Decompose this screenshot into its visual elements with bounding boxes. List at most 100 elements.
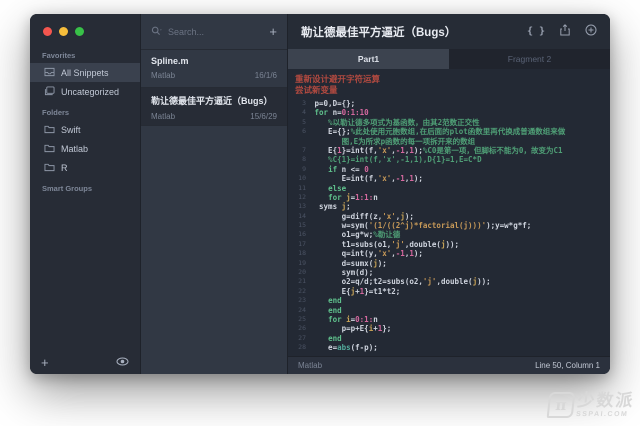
code-text: q=int(y,'x',-1,1); (310, 249, 423, 258)
code-line: 9 if n <= 0 (293, 165, 610, 174)
zoom-button[interactable] (75, 27, 84, 36)
line-number: 3 (293, 99, 310, 108)
line-number: 13 (293, 202, 310, 211)
code-text: E{1}=int(f,'x',-1,1);%C0是第一项，但脚标不能为0，故变为… (310, 146, 562, 155)
search-icon (151, 23, 163, 41)
code-text: o1=g*w;%勒让德 (310, 230, 400, 239)
sidebar-section-label: Favorites (30, 44, 140, 63)
status-bar: Matlab Line 50, Column 1 (288, 356, 610, 374)
sidebar-item-uncategorized[interactable]: Uncategorized (30, 82, 140, 101)
minimize-button[interactable] (59, 27, 68, 36)
code-text: e=abs(f-p); (310, 343, 378, 352)
watermark-domain: SSPAI.COM (576, 411, 634, 418)
eye-icon[interactable] (116, 353, 129, 371)
sidebar-item-matlab[interactable]: Matlab (30, 139, 140, 158)
header-icons: { } (527, 23, 597, 41)
snippet-row[interactable]: 勒让德最佳平方逼近（Bugs） Matlab15/6/29 (141, 88, 287, 126)
code-text: E={};%此处使用元胞数组,在后面的plot函数里再代换成普通数组来做 (310, 127, 565, 136)
code-line: 20 sym(d); (293, 268, 610, 277)
code-text: end (310, 306, 342, 315)
screenshot-stage: FavoritesAll Snippets Uncategorized Folder… (0, 0, 640, 426)
sidebar-sections: FavoritesAll Snippets Uncategorized Folder… (30, 44, 140, 196)
sidebar-section-label: Folders (30, 101, 140, 120)
snippet-language: Matlab (151, 71, 175, 80)
code-line: 19 d=sumx(j); (293, 259, 610, 268)
status-cursor-position: Line 50, Column 1 (535, 361, 600, 370)
search-bar[interactable]: Search... + (141, 14, 287, 50)
new-snippet-button[interactable]: + (269, 25, 277, 38)
code-line: 13 syms j; (293, 202, 610, 211)
line-number: 21 (293, 277, 310, 286)
code-line: 5 %以勒让德多项式为基函数，由其2范数正交性 (293, 118, 610, 127)
code-line: 6 E={};%此处使用元胞数组,在后面的plot函数里再代换成普通数组来做 (293, 127, 610, 136)
line-number: 4 (293, 108, 310, 117)
line-number: 19 (293, 259, 310, 268)
snippet-date: 16/1/6 (255, 71, 277, 80)
code-text: p=0,D={}; (310, 99, 355, 108)
line-number: 22 (293, 287, 310, 296)
code-line: 18 q=int(y,'x',-1,1); (293, 249, 610, 258)
line-number: 14 (293, 212, 310, 221)
tab-part1[interactable]: Part1 (288, 49, 449, 69)
code-line: 25 for i=0:1:n (293, 315, 610, 324)
sidebar-bottom-bar: + (30, 350, 140, 374)
braces-icon[interactable]: { } (527, 26, 545, 37)
share-icon[interactable] (560, 23, 570, 41)
line-number: 25 (293, 315, 310, 324)
line-number: 12 (293, 193, 310, 202)
inbox-icon (44, 67, 55, 79)
line-number: 26 (293, 324, 310, 333)
line-number (293, 137, 310, 146)
sidebar: FavoritesAll Snippets Uncategorized Folder… (30, 14, 140, 374)
line-number: 9 (293, 165, 310, 174)
code-text: sym(d); (310, 268, 373, 277)
code-text: 图,E为所求p函数的每一项拆开来的数组 (310, 137, 475, 146)
code-editor[interactable]: 重新设计避开字符运算 尝试新变量 3 p=0,D={};4 for n=0:1:… (288, 69, 610, 356)
fragment-tabbar: Part1 Fragment 2 (288, 49, 610, 69)
code-line: 14 g=diff(z,'x',j); (293, 212, 610, 221)
code-text: E=int(f,'x',-1,1); (310, 174, 423, 183)
note-line: 重新设计避开字符运算 (293, 74, 610, 85)
snippet-row[interactable]: Spline.m Matlab 16/1/6 (141, 50, 287, 88)
code-text: end (310, 334, 342, 343)
search-input[interactable]: Search... (168, 27, 264, 37)
snippet-title: Spline.m (151, 56, 277, 66)
snippet-meta: Matlab15/6/29 (151, 112, 277, 121)
snippet-title: 勒让德最佳平方逼近（Bugs） (151, 94, 277, 107)
line-number: 6 (293, 127, 310, 136)
sidebar-item-swift[interactable]: Swift (30, 120, 140, 139)
snippet-date: 15/6/29 (250, 112, 277, 121)
note-line: 尝试新变量 (293, 85, 610, 96)
code-text: end (310, 296, 342, 305)
sidebar-item-label: Matlab (61, 144, 88, 154)
code-text: p=p+E{i+1}; (310, 324, 391, 333)
code-line: 3 p=0,D={}; (293, 99, 610, 108)
sidebar-section-label: Smart Groups (30, 177, 140, 196)
code-line: 26 p=p+E{i+1}; (293, 324, 610, 333)
code-text: t1=subs(o1,'j',double(j)); (310, 240, 459, 249)
code-lines: 3 p=0,D={};4 for n=0:1:105 %以勒让德多项式为基函数，… (293, 99, 610, 353)
app-window: FavoritesAll Snippets Uncategorized Folder… (30, 14, 610, 374)
snippet-list-pane: Search... + Spline.m Matlab 16/1/6 勒让德最佳平方逼… (140, 14, 288, 374)
add-folder-button[interactable]: + (41, 356, 49, 369)
folder-icon (44, 143, 55, 155)
code-line: 图,E为所求p函数的每一项拆开来的数组 (293, 137, 610, 146)
editor-pane: 勒让德最佳平方逼近（Bugs） { } (288, 14, 610, 374)
sidebar-item-r[interactable]: R (30, 158, 140, 177)
editor-titlebar: 勒让德最佳平方逼近（Bugs） { } (288, 14, 610, 49)
watermark: π 少数派 SSPAI.COM (547, 392, 636, 418)
line-number: 8 (293, 155, 310, 164)
tab-fragment-2[interactable]: Fragment 2 (449, 49, 610, 69)
code-line: 12 for j=1:1:n (293, 193, 610, 202)
line-number: 10 (293, 174, 310, 183)
folder-icon (44, 162, 55, 174)
code-line: 23 end (293, 296, 610, 305)
line-number: 20 (293, 268, 310, 277)
circle-plus-icon[interactable] (585, 23, 597, 41)
sidebar-item-label: Uncategorized (61, 87, 119, 97)
sidebar-item-all-snippets[interactable]: All Snippets (30, 63, 140, 82)
status-language: Matlab (298, 361, 322, 370)
close-button[interactable] (43, 27, 52, 36)
snippet-title: 勒让德最佳平方逼近（Bugs） (301, 24, 527, 40)
code-line: 21 o2=q/d;t2=subs(o2,'j',double(j)); (293, 277, 610, 286)
